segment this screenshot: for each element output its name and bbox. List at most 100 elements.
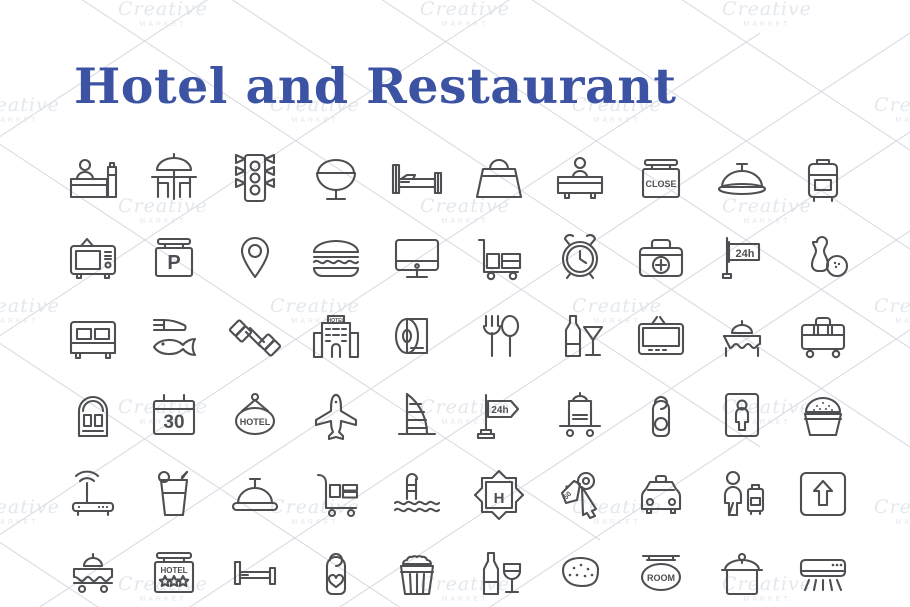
watermark-text: CreativeMARKET [874,496,910,527]
icon-cell-calendar-30[interactable]: 30 [133,375,214,454]
icon-cell-traffic-light[interactable] [214,138,295,217]
icon-cell-fork-and-spoon[interactable] [458,296,539,375]
icon-cell-rolling-briefcase[interactable] [783,296,864,375]
icon-cell-map-pin[interactable] [214,217,295,296]
icon-cell-first-aid-kit[interactable] [620,217,701,296]
icon-cell-restroom-sign[interactable] [702,375,783,454]
watermark-brand: Creative [0,496,60,518]
icon-cell-handbag[interactable] [458,138,539,217]
icon-cell-close-sign[interactable]: CLOSE [620,138,701,217]
icon-cell-parking-sign[interactable]: P [133,217,214,296]
icon-set-preview: Creative MARKET Creative MARKET Creative MARK… [0,0,910,607]
icon-cell-patio-umbrella-table[interactable] [133,138,214,217]
hotel-building-label: HOTEL [328,318,345,324]
icon-cell-hotel-star-badge[interactable]: H [458,454,539,533]
hotel-badge-label: H [493,490,504,507]
icon-cell-door-hanger[interactable] [620,375,701,454]
watermark-brand: Creative [874,94,910,116]
icon-cell-reception-desk[interactable] [539,138,620,217]
icon-cell-food-cloche[interactable] [702,138,783,217]
close-sign-label: CLOSE [645,179,676,189]
icon-cell-alarm-clock[interactable] [539,217,620,296]
watermark-brand: Creative [0,94,60,116]
icon-cell-cooking-pot[interactable] [702,533,783,607]
watermark-brand: Creative [874,496,910,518]
icon-cell-jukebox[interactable] [52,375,133,454]
icon-cell-room-key-tag[interactable]: 50 [539,454,620,533]
calendar-label: 30 [163,412,184,433]
watermark-brand: Creative [118,0,208,20]
icon-cell-door-hanger-heart[interactable] [296,533,377,607]
watermark-brand: Creative [420,0,510,20]
page-title: Hotel and Restaurant [74,57,677,115]
watermark-subbrand: MARKET [895,318,910,325]
icon-cell-ice-cream-bowl[interactable] [296,138,377,217]
watermark-subbrand: MARKET [0,318,39,325]
watermark-text: CreativeMARKET [0,295,60,326]
icon-cell-dumbbell[interactable] [214,296,295,375]
icon-cell-airplane[interactable] [296,375,377,454]
watermark-subbrand: MARKET [743,21,791,28]
watermark-text: CreativeMARKET [118,0,208,28]
watermark-text: CreativeMARKET [0,94,60,125]
watermark-subbrand: MARKET [895,117,910,124]
icon-cell-hamburger[interactable] [296,217,377,296]
icon-cell-cupcake[interactable] [783,375,864,454]
icon-cell-room-oval-sign[interactable]: ROOM [620,533,701,607]
direction-sign-label: 24h [491,405,508,416]
icon-cell-single-bed-side[interactable] [377,138,458,217]
icon-cell-popcorn-bucket[interactable] [377,533,458,607]
room-oval-label: ROOM [647,573,675,583]
icon-cell-cookie[interactable] [539,533,620,607]
icon-cell-bed-side-view[interactable] [214,533,295,607]
icon-cell-bell-luggage-cart[interactable] [296,454,377,533]
watermark-brand: Creative [874,295,910,317]
watermark-text: CreativeMARKET [0,496,60,527]
icon-cell-fish-and-fork[interactable] [133,296,214,375]
icon-cell-retro-tv[interactable] [52,217,133,296]
icon-cell-swimming-pool[interactable] [377,454,458,533]
icon-cell-rolling-suitcase[interactable] [783,138,864,217]
icon-cell-hotel-oval-sign[interactable]: HOTEL [214,375,295,454]
icon-cell-bottle-and-cocktail[interactable] [539,296,620,375]
icon-cell-traveler-luggage[interactable] [702,454,783,533]
watermark-subbrand: MARKET [0,117,39,124]
icon-cell-hotel-building[interactable]: HOTEL [296,296,377,375]
icon-cell-taxi-car[interactable] [620,454,701,533]
watermark-brand: Creative [0,295,60,317]
icon-cell-toilet-paper[interactable] [377,296,458,375]
watermark-text: CreativeMARKET [874,94,910,125]
parking-sign-label: P [167,252,180,274]
icon-cell-double-bed[interactable] [52,296,133,375]
icon-cell-tv-set[interactable] [620,296,701,375]
icon-cell-cocktail-glass-straw[interactable] [133,454,214,533]
icon-cell-24h-direction-sign[interactable]: 24h [458,375,539,454]
icon-cell-up-arrow-sign[interactable] [783,454,864,533]
watermark-subbrand: MARKET [291,117,339,124]
icon-cell-bowling-pin-ball[interactable] [783,217,864,296]
icon-cell-room-service-trolley[interactable] [52,533,133,607]
icon-cell-24h-flag-sign[interactable]: 24h [702,217,783,296]
icon-cell-desktop-monitor[interactable] [377,217,458,296]
hotel-oval-label: HOTEL [240,417,271,427]
icon-cell-air-conditioner[interactable] [783,533,864,607]
icon-cell-wine-bottle-glass[interactable] [458,533,539,607]
watermark-subbrand: MARKET [139,21,187,28]
watermark-subbrand: MARKET [441,21,489,28]
icon-cell-sail-hotel-tower[interactable] [377,375,458,454]
icon-cell-bar-counter[interactable] [52,138,133,217]
icon-cell-service-bell-dome[interactable] [214,454,295,533]
watermark-text: CreativeMARKET [420,0,510,28]
icon-grid: CLOSE P 24h HOTEL 30 HOTEL 24h H 50 HOTE… [52,138,864,607]
icon-cell-luggage-trolley[interactable] [458,217,539,296]
icon-cell-hotel-three-star-sign[interactable]: HOTEL [133,533,214,607]
icon-cell-wifi-router[interactable] [52,454,133,533]
watermark-subbrand: MARKET [593,117,641,124]
flag-sign-label: 24h [736,248,755,260]
icon-cell-service-table-cloche[interactable] [702,296,783,375]
watermark-subbrand: MARKET [895,519,910,526]
watermark-subbrand: MARKET [0,519,39,526]
watermark-brand: Creative [722,0,812,20]
watermark-text: CreativeMARKET [874,295,910,326]
icon-cell-luggage-on-cart[interactable] [539,375,620,454]
